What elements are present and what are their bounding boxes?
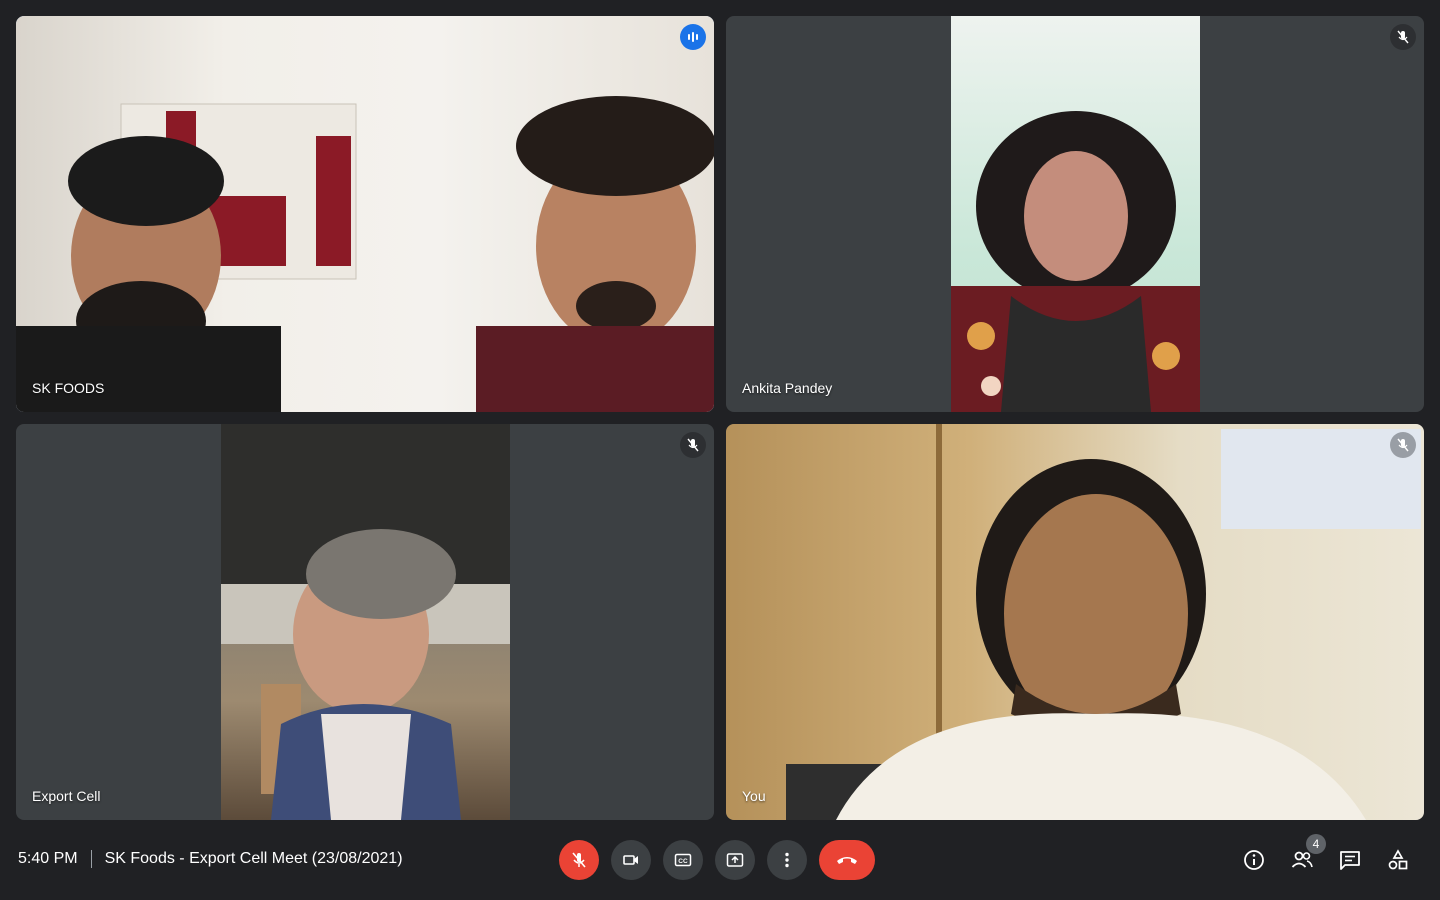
info-icon: [1244, 850, 1264, 870]
meeting-details-button[interactable]: [1240, 846, 1268, 874]
participant-count-badge: 4: [1306, 834, 1326, 854]
participant-name: SK FOODS: [32, 380, 105, 396]
captions-button[interactable]: CC: [663, 840, 703, 880]
closed-caption-icon: CC: [674, 853, 692, 867]
present-now-button[interactable]: [715, 840, 755, 880]
people-button[interactable]: 4: [1288, 834, 1326, 874]
camera-toggle-button[interactable]: [611, 840, 651, 880]
more-options-button[interactable]: [767, 840, 807, 880]
more-vert-icon: [785, 852, 789, 868]
participant-tile-export-cell[interactable]: Export Cell: [16, 424, 714, 820]
participant-video: [221, 424, 510, 820]
mic-off-icon: [572, 852, 586, 868]
activities-shapes-icon: [1388, 849, 1408, 870]
participant-name: Export Cell: [32, 788, 101, 804]
meeting-title: SK Foods - Export Cell Meet (23/08/2021): [104, 850, 403, 867]
participant-tile-you[interactable]: You: [726, 424, 1424, 820]
muted-icon: [1390, 432, 1416, 458]
present-screen-icon: [726, 853, 744, 867]
muted-icon: [680, 432, 706, 458]
participant-tile-ankita-pandey[interactable]: Ankita Pandey: [726, 16, 1424, 412]
muted-icon: [1390, 24, 1416, 50]
participant-video: [726, 424, 1424, 820]
meeting-time: 5:40 PM: [18, 850, 78, 867]
leave-call-button[interactable]: [819, 840, 875, 880]
speaking-indicator-icon: [680, 24, 706, 50]
mic-toggle-button[interactable]: [559, 840, 599, 880]
participant-name: Ankita Pandey: [742, 380, 833, 396]
call-end-icon: [837, 857, 857, 864]
participant-video: [951, 16, 1200, 412]
meeting-info: 5:40 PM SK Foods - Export Cell Meet (23/…: [18, 850, 403, 868]
divider: [90, 850, 92, 868]
participant-tile-sk-foods[interactable]: SK FOODS: [16, 16, 714, 412]
participant-name: You: [742, 788, 766, 804]
videocam-icon: [623, 855, 638, 865]
participant-video: [16, 16, 714, 412]
chat-button[interactable]: [1336, 846, 1364, 874]
activities-button[interactable]: [1384, 846, 1412, 874]
svg-text:CC: CC: [678, 858, 688, 865]
meeting-controls-bar: 5:40 PM SK Foods - Export Cell Meet (23/…: [0, 820, 1440, 900]
chat-icon: [1340, 851, 1360, 870]
